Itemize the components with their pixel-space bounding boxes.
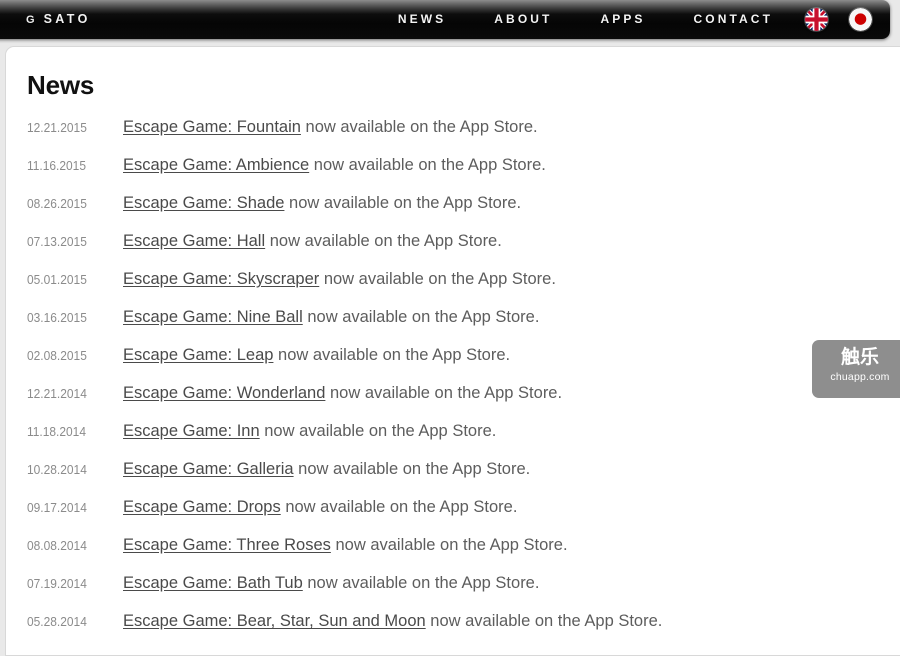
news-row: 07.19.2014 Escape Game: Bath Tub now avai… <box>6 575 900 613</box>
news-date: 08.08.2014 <box>27 538 87 553</box>
news-link[interactable]: Escape Game: Ambience <box>123 156 309 174</box>
news-text: Escape Game: Galleria now available on t… <box>123 461 530 478</box>
news-suffix: now available on the App Store. <box>325 384 563 402</box>
news-text: Escape Game: Shade now available on the … <box>123 195 521 212</box>
news-row: 05.28.2014 Escape Game: Bear, Star, Sun a… <box>6 613 900 651</box>
news-link[interactable]: Escape Game: Bath Tub <box>123 574 303 592</box>
news-date: 12.21.2015 <box>27 120 87 135</box>
news-text: Escape Game: Leap now available on the A… <box>123 347 510 364</box>
site-logo-name: SATO <box>43 12 91 26</box>
news-row: 12.21.2015 Escape Game: Fountain now avai… <box>6 119 900 157</box>
news-row: 11.16.2015 Escape Game: Ambience now avai… <box>6 157 900 195</box>
news-date: 07.13.2015 <box>27 234 87 249</box>
news-date: 10.28.2014 <box>27 462 87 477</box>
news-suffix: now available on the App Store. <box>300 118 538 136</box>
news-text: Escape Game: Fountain now available on t… <box>123 119 538 136</box>
news-suffix: now available on the App Store. <box>309 156 546 174</box>
news-suffix: now available on the App Store. <box>284 194 522 212</box>
news-text: Escape Game: Bear, Star, Sun and Moon no… <box>123 613 662 630</box>
news-date: 05.01.2015 <box>27 272 87 287</box>
news-date: 11.16.2015 <box>27 158 86 173</box>
news-suffix: now available on the App Store. <box>280 498 518 516</box>
news-link[interactable]: Escape Game: Bear, Star, Sun and Moon <box>123 612 426 630</box>
news-date: 02.08.2015 <box>27 348 87 363</box>
news-link[interactable]: Escape Game: Wonderland <box>123 384 325 402</box>
news-link[interactable]: Escape Game: Inn <box>123 422 260 440</box>
news-link[interactable]: Escape Game: Hall <box>123 232 265 250</box>
news-text: Escape Game: Bath Tub now available on t… <box>123 575 539 592</box>
news-date: 08.26.2015 <box>27 196 87 211</box>
nav-item-contact[interactable]: CONTACT <box>670 0 797 39</box>
nav-item-about[interactable]: ABOUT <box>470 0 576 39</box>
news-suffix: now available on the App Store. <box>302 308 540 326</box>
news-row: 03.16.2015 Escape Game: Nine Ball now ava… <box>6 309 900 347</box>
news-text: Escape Game: Drops now available on the … <box>123 499 517 516</box>
news-link[interactable]: Escape Game: Fountain <box>123 118 301 136</box>
news-link[interactable]: Escape Game: Shade <box>123 194 284 212</box>
watermark-logo-text: 触乐 <box>840 346 879 368</box>
japan-flag-icon[interactable] <box>849 8 872 31</box>
news-date: 12.21.2014 <box>27 386 87 401</box>
news-row: 10.28.2014 Escape Game: Galleria now avai… <box>6 461 900 499</box>
watermark-url-text: chuapp.com <box>830 371 890 383</box>
news-date: 09.17.2014 <box>27 500 87 515</box>
main-navigation: NEWS ABOUT APPS CONTACT <box>374 0 880 39</box>
news-row: 08.26.2015 Escape Game: Shade now availab… <box>6 195 900 233</box>
nav-item-news[interactable]: NEWS <box>374 0 470 39</box>
news-text: Escape Game: Three Roses now available o… <box>123 537 568 554</box>
news-link[interactable]: Escape Game: Drops <box>123 498 281 516</box>
news-text: Escape Game: Nine Ball now available on … <box>123 309 539 326</box>
news-row: 05.01.2015 Escape Game: Skyscraper now av… <box>6 271 900 309</box>
news-link[interactable]: Escape Game: Leap <box>123 346 273 364</box>
news-row: 11.18.2014 Escape Game: Inn now available… <box>6 423 900 461</box>
news-row: 08.08.2014 Escape Game: Three Roses now a… <box>6 537 900 575</box>
news-row: 02.08.2015 Escape Game: Leap now availabl… <box>6 347 900 385</box>
site-logo-prefix: G <box>26 14 38 26</box>
news-date: 11.18.2014 <box>27 424 86 439</box>
news-suffix: now available on the App Store. <box>425 612 663 630</box>
news-link[interactable]: Escape Game: Three Roses <box>123 536 331 554</box>
news-date: 07.19.2014 <box>27 576 87 591</box>
news-suffix: now available on the App Store. <box>319 270 556 288</box>
news-list: 12.21.2015 Escape Game: Fountain now avai… <box>6 119 900 651</box>
site-logo[interactable]: G SATO <box>26 0 91 39</box>
news-date: 05.28.2014 <box>27 614 87 629</box>
news-date: 03.16.2015 <box>27 310 87 325</box>
uk-flag-icon[interactable] <box>805 8 828 31</box>
news-suffix: now available on the App Store. <box>273 346 511 364</box>
news-text: Escape Game: Inn now available on the Ap… <box>123 423 496 440</box>
nav-item-apps[interactable]: APPS <box>576 0 669 39</box>
news-link[interactable]: Escape Game: Skyscraper <box>123 270 319 288</box>
news-suffix: now available on the App Store. <box>293 460 531 478</box>
news-text: Escape Game: Ambience now available on t… <box>123 157 546 174</box>
content-panel: News 12.21.2015 Escape Game: Fountain now… <box>5 46 900 656</box>
news-text: Escape Game: Skyscraper now available on… <box>123 271 556 288</box>
news-row: 09.17.2014 Escape Game: Drops now availab… <box>6 499 900 537</box>
news-text: Escape Game: Wonderland now available on… <box>123 385 562 402</box>
news-suffix: now available on the App Store. <box>330 536 568 554</box>
news-suffix: now available on the App Store. <box>302 574 540 592</box>
news-row: 12.21.2014 Escape Game: Wonderland now av… <box>6 385 900 423</box>
news-link[interactable]: Escape Game: Galleria <box>123 460 294 478</box>
site-header: G SATO NEWS ABOUT APPS CONTACT <box>0 0 890 39</box>
page-title: News <box>27 70 95 100</box>
news-link[interactable]: Escape Game: Nine Ball <box>123 308 303 326</box>
news-text: Escape Game: Hall now available on the A… <box>123 233 502 250</box>
news-row: 07.13.2015 Escape Game: Hall now availabl… <box>6 233 900 271</box>
news-suffix: now available on the App Store. <box>259 422 497 440</box>
news-suffix: now available on the App Store. <box>265 232 502 250</box>
watermark-badge: 触乐 chuapp.com <box>812 340 900 398</box>
